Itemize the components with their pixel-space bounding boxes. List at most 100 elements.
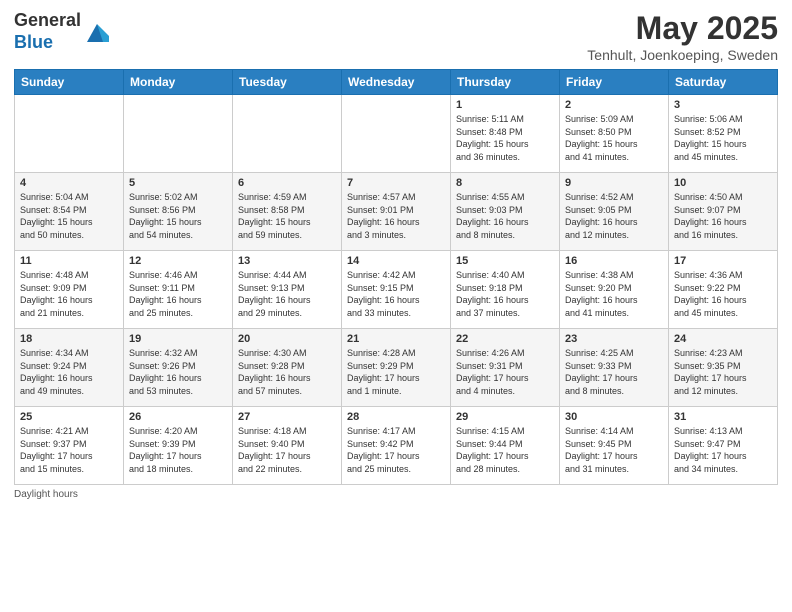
day-number: 29 bbox=[456, 411, 554, 423]
weekday-tuesday: Tuesday bbox=[233, 70, 342, 95]
week-row-1: 4 Sunrise: 5:04 AM Sunset: 8:54 PM Daylig… bbox=[15, 173, 778, 251]
day-cell: 27 Sunrise: 4:18 AM Sunset: 9:40 PM Dayli… bbox=[233, 407, 342, 485]
weekday-saturday: Saturday bbox=[669, 70, 778, 95]
day-cell: 13 Sunrise: 4:44 AM Sunset: 9:13 PM Dayli… bbox=[233, 251, 342, 329]
day-cell: 4 Sunrise: 5:04 AM Sunset: 8:54 PM Daylig… bbox=[15, 173, 124, 251]
week-row-2: 11Sunrise: 4:48 AM Sunset: 9:09 PM Dayli… bbox=[15, 251, 778, 329]
day-number: 31 bbox=[674, 411, 772, 423]
day-cell: 16 Sunrise: 4:38 AM Sunset: 9:20 PM Dayli… bbox=[560, 251, 669, 329]
day-cell: 28Sunrise: 4:17 AM Sunset: 9:42 PM Dayli… bbox=[342, 407, 451, 485]
day-number: 28 bbox=[347, 411, 445, 423]
day-cell: 6 Sunrise: 4:59 AM Sunset: 8:58 PM Daylig… bbox=[233, 173, 342, 251]
day-info: Sunrise: 4:21 AM Sunset: 9:37 PM Dayligh… bbox=[20, 425, 118, 475]
day-info: Sunrise: 5:11 AM Sunset: 8:48 PM Dayligh… bbox=[456, 113, 554, 163]
day-info: Sunrise: 4:13 AM Sunset: 9:47 PM Dayligh… bbox=[674, 425, 772, 475]
day-cell: 15Sunrise: 4:40 AM Sunset: 9:18 PM Dayli… bbox=[451, 251, 560, 329]
day-cell: 2 Sunrise: 5:09 AM Sunset: 8:50 PM Daylig… bbox=[560, 95, 669, 173]
day-cell: 7Sunrise: 4:57 AM Sunset: 9:01 PM Daylig… bbox=[342, 173, 451, 251]
day-cell: 31 Sunrise: 4:13 AM Sunset: 9:47 PM Dayli… bbox=[669, 407, 778, 485]
day-number: 23 bbox=[565, 333, 663, 345]
main-title: May 2025 bbox=[587, 10, 778, 47]
day-info: Sunrise: 4:55 AM Sunset: 9:03 PM Dayligh… bbox=[456, 191, 554, 241]
day-number: 22 bbox=[456, 333, 554, 345]
day-cell: 8 Sunrise: 4:55 AM Sunset: 9:03 PM Daylig… bbox=[451, 173, 560, 251]
day-info: Sunrise: 4:14 AM Sunset: 9:45 PM Dayligh… bbox=[565, 425, 663, 475]
day-cell: 26 Sunrise: 4:20 AM Sunset: 9:39 PM Dayli… bbox=[124, 407, 233, 485]
day-number: 17 bbox=[674, 255, 772, 267]
day-cell: 20Sunrise: 4:30 AM Sunset: 9:28 PM Dayli… bbox=[233, 329, 342, 407]
day-cell: 22 Sunrise: 4:26 AM Sunset: 9:31 PM Dayli… bbox=[451, 329, 560, 407]
day-cell: 3 Sunrise: 5:06 AM Sunset: 8:52 PM Daylig… bbox=[669, 95, 778, 173]
day-info: Sunrise: 4:20 AM Sunset: 9:39 PM Dayligh… bbox=[129, 425, 227, 475]
day-info: Sunrise: 4:15 AM Sunset: 9:44 PM Dayligh… bbox=[456, 425, 554, 475]
day-number: 12 bbox=[129, 255, 227, 267]
day-number: 24 bbox=[674, 333, 772, 345]
day-info: Sunrise: 4:18 AM Sunset: 9:40 PM Dayligh… bbox=[238, 425, 336, 475]
weekday-header-row: SundayMondayTuesdayWednesdayThursdayFrid… bbox=[15, 70, 778, 95]
day-cell: 12 Sunrise: 4:46 AM Sunset: 9:11 PM Dayli… bbox=[124, 251, 233, 329]
day-number: 14 bbox=[347, 255, 445, 267]
day-number: 20 bbox=[238, 333, 336, 345]
day-info: Sunrise: 4:50 AM Sunset: 9:07 PM Dayligh… bbox=[674, 191, 772, 241]
weekday-monday: Monday bbox=[124, 70, 233, 95]
day-info: Sunrise: 4:46 AM Sunset: 9:11 PM Dayligh… bbox=[129, 269, 227, 319]
footer: Daylight hours bbox=[14, 489, 778, 500]
day-number: 5 bbox=[129, 177, 227, 189]
page: General Blue May 2025 Tenhult, Joenkoepi… bbox=[0, 0, 792, 612]
day-cell: 17 Sunrise: 4:36 AM Sunset: 9:22 PM Dayli… bbox=[669, 251, 778, 329]
week-row-0: 1Sunrise: 5:11 AM Sunset: 8:48 PM Daylig… bbox=[15, 95, 778, 173]
weekday-thursday: Thursday bbox=[451, 70, 560, 95]
day-number: 3 bbox=[674, 99, 772, 111]
day-cell: 18 Sunrise: 4:34 AM Sunset: 9:24 PM Dayli… bbox=[15, 329, 124, 407]
day-number: 26 bbox=[129, 411, 227, 423]
day-info: Sunrise: 4:48 AM Sunset: 9:09 PM Dayligh… bbox=[20, 269, 118, 319]
day-info: Sunrise: 4:40 AM Sunset: 9:18 PM Dayligh… bbox=[456, 269, 554, 319]
day-number: 18 bbox=[20, 333, 118, 345]
day-number: 9 bbox=[565, 177, 663, 189]
logo: General Blue bbox=[14, 10, 111, 53]
day-info: Sunrise: 4:23 AM Sunset: 9:35 PM Dayligh… bbox=[674, 347, 772, 397]
day-cell bbox=[124, 95, 233, 173]
day-info: Sunrise: 5:09 AM Sunset: 8:50 PM Dayligh… bbox=[565, 113, 663, 163]
calendar-table: SundayMondayTuesdayWednesdayThursdayFrid… bbox=[14, 69, 778, 485]
title-block: May 2025 Tenhult, Joenkoeping, Sweden bbox=[587, 10, 778, 63]
day-info: Sunrise: 5:04 AM Sunset: 8:54 PM Dayligh… bbox=[20, 191, 118, 241]
weekday-wednesday: Wednesday bbox=[342, 70, 451, 95]
day-cell: 1Sunrise: 5:11 AM Sunset: 8:48 PM Daylig… bbox=[451, 95, 560, 173]
day-info: Sunrise: 4:57 AM Sunset: 9:01 PM Dayligh… bbox=[347, 191, 445, 241]
day-info: Sunrise: 5:06 AM Sunset: 8:52 PM Dayligh… bbox=[674, 113, 772, 163]
day-info: Sunrise: 4:38 AM Sunset: 9:20 PM Dayligh… bbox=[565, 269, 663, 319]
day-number: 2 bbox=[565, 99, 663, 111]
weekday-sunday: Sunday bbox=[15, 70, 124, 95]
day-cell bbox=[342, 95, 451, 173]
day-cell: 30 Sunrise: 4:14 AM Sunset: 9:45 PM Dayli… bbox=[560, 407, 669, 485]
day-number: 30 bbox=[565, 411, 663, 423]
day-info: Sunrise: 4:36 AM Sunset: 9:22 PM Dayligh… bbox=[674, 269, 772, 319]
day-cell: 24 Sunrise: 4:23 AM Sunset: 9:35 PM Dayli… bbox=[669, 329, 778, 407]
day-info: Sunrise: 4:26 AM Sunset: 9:31 PM Dayligh… bbox=[456, 347, 554, 397]
day-info: Sunrise: 4:42 AM Sunset: 9:15 PM Dayligh… bbox=[347, 269, 445, 319]
day-number: 13 bbox=[238, 255, 336, 267]
day-number: 16 bbox=[565, 255, 663, 267]
day-number: 4 bbox=[20, 177, 118, 189]
day-info: Sunrise: 4:59 AM Sunset: 8:58 PM Dayligh… bbox=[238, 191, 336, 241]
day-cell bbox=[233, 95, 342, 173]
day-cell: 25 Sunrise: 4:21 AM Sunset: 9:37 PM Dayli… bbox=[15, 407, 124, 485]
header: General Blue May 2025 Tenhult, Joenkoepi… bbox=[14, 10, 778, 63]
day-number: 25 bbox=[20, 411, 118, 423]
day-cell: 21Sunrise: 4:28 AM Sunset: 9:29 PM Dayli… bbox=[342, 329, 451, 407]
day-info: Sunrise: 4:34 AM Sunset: 9:24 PM Dayligh… bbox=[20, 347, 118, 397]
day-number: 6 bbox=[238, 177, 336, 189]
day-number: 27 bbox=[238, 411, 336, 423]
day-cell: 9Sunrise: 4:52 AM Sunset: 9:05 PM Daylig… bbox=[560, 173, 669, 251]
week-row-4: 25 Sunrise: 4:21 AM Sunset: 9:37 PM Dayli… bbox=[15, 407, 778, 485]
subtitle: Tenhult, Joenkoeping, Sweden bbox=[587, 47, 778, 63]
day-cell: 19Sunrise: 4:32 AM Sunset: 9:26 PM Dayli… bbox=[124, 329, 233, 407]
day-number: 21 bbox=[347, 333, 445, 345]
day-cell: 14 Sunrise: 4:42 AM Sunset: 9:15 PM Dayli… bbox=[342, 251, 451, 329]
day-info: Sunrise: 4:44 AM Sunset: 9:13 PM Dayligh… bbox=[238, 269, 336, 319]
day-number: 19 bbox=[129, 333, 227, 345]
day-number: 8 bbox=[456, 177, 554, 189]
day-cell: 29 Sunrise: 4:15 AM Sunset: 9:44 PM Dayli… bbox=[451, 407, 560, 485]
logo-blue: Blue bbox=[14, 32, 53, 52]
